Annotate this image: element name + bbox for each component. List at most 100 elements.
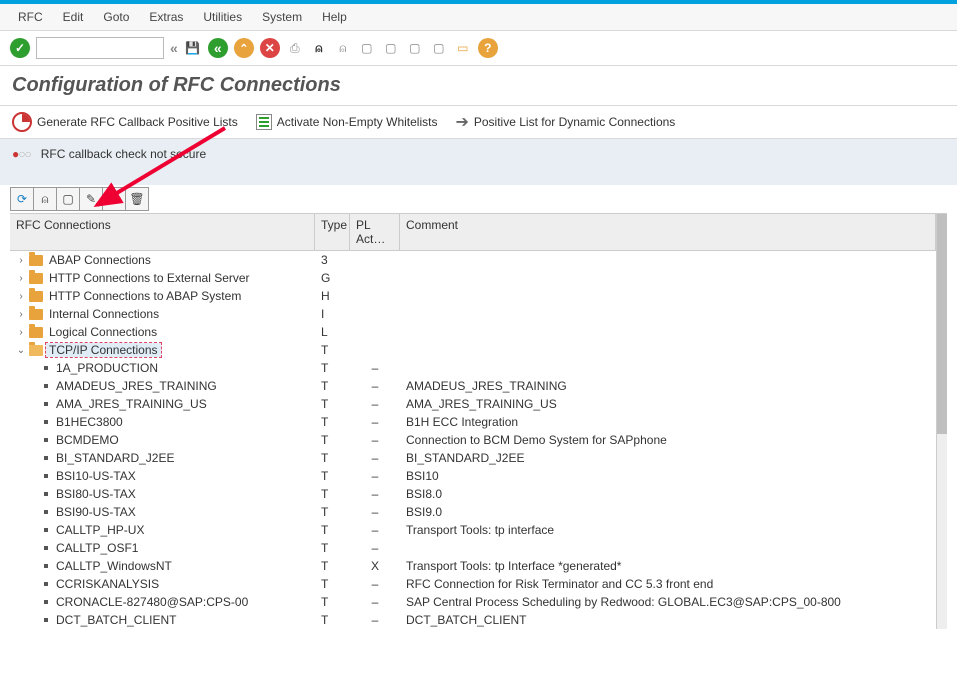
- item-plact: –: [350, 467, 400, 485]
- tree-item-row[interactable]: CCRISKANALYSIST–RFC Connection for Risk …: [10, 575, 936, 593]
- item-plact: –: [350, 431, 400, 449]
- tree-item-row[interactable]: BSI80-US-TAXT–BSI8.0: [10, 485, 936, 503]
- edit-button[interactable]: ✎: [79, 187, 103, 211]
- item-name: CALLTP_OSF1: [56, 541, 138, 555]
- bullet-icon: [44, 438, 48, 442]
- tree-folder-row[interactable]: ›Logical ConnectionsL: [10, 323, 936, 341]
- folder-label: Internal Connections: [46, 307, 162, 321]
- expand-icon[interactable]: ›: [16, 291, 26, 302]
- item-comment: BSI10: [400, 467, 936, 485]
- item-plact: –: [350, 395, 400, 413]
- item-plact: –: [350, 413, 400, 431]
- menu-goto[interactable]: Goto: [95, 8, 137, 26]
- scrollbar-thumb[interactable]: [937, 214, 947, 434]
- item-type: T: [315, 377, 350, 395]
- command-history-icon[interactable]: «: [170, 40, 178, 56]
- find-next-icon[interactable]: ⍝: [334, 39, 352, 57]
- tree-folder-row[interactable]: ›ABAP Connections3: [10, 251, 936, 269]
- col-header-comment[interactable]: Comment: [400, 214, 936, 250]
- item-comment: [400, 546, 936, 550]
- bullet-icon: [44, 384, 48, 388]
- delete-button[interactable]: 🗑: [125, 187, 149, 211]
- find-icon[interactable]: ⍝: [310, 39, 328, 57]
- last-page-icon[interactable]: ▢: [430, 39, 448, 57]
- activate-whitelists-button[interactable]: Activate Non-Empty Whitelists: [256, 114, 438, 130]
- enter-icon[interactable]: ✓: [10, 38, 30, 58]
- item-type: T: [315, 359, 350, 377]
- tree-item-row[interactable]: BCMDEMOT–Connection to BCM Demo System f…: [10, 431, 936, 449]
- item-comment: BSI8.0: [400, 485, 936, 503]
- item-plact: X: [350, 557, 400, 575]
- tree-item-row[interactable]: CALLTP_OSF1T–: [10, 539, 936, 557]
- cancel-icon[interactable]: ✕: [260, 38, 280, 58]
- item-name: CRONACLE-827480@SAP:CPS-00: [56, 595, 248, 609]
- menu-system[interactable]: System: [254, 8, 310, 26]
- menu-edit[interactable]: Edit: [55, 8, 92, 26]
- item-comment: BI_STANDARD_J2EE: [400, 449, 936, 467]
- menu-extras[interactable]: Extras: [141, 8, 191, 26]
- tree-item-row[interactable]: CRONACLE-827480@SAP:CPS-00T–SAP Central …: [10, 593, 936, 611]
- item-plact: –: [350, 611, 400, 629]
- item-plact: –: [350, 521, 400, 539]
- item-plact: –: [350, 377, 400, 395]
- display-button[interactable]: 👓: [102, 187, 126, 211]
- menu-utilities[interactable]: Utilities: [195, 8, 250, 26]
- col-header-name[interactable]: RFC Connections: [10, 214, 315, 250]
- bullet-icon: [44, 546, 48, 550]
- menu-rfc[interactable]: RFC: [10, 8, 51, 26]
- back-icon[interactable]: «: [208, 38, 228, 58]
- tree-item-row[interactable]: B1HEC3800T–B1H ECC Integration: [10, 413, 936, 431]
- item-type: T: [315, 611, 350, 629]
- print-icon[interactable]: ⎙: [286, 39, 304, 57]
- prev-page-icon[interactable]: ▢: [382, 39, 400, 57]
- expand-icon[interactable]: ›: [16, 255, 26, 266]
- item-comment: AMADEUS_JRES_TRAINING: [400, 377, 936, 395]
- command-field[interactable]: [36, 37, 164, 59]
- tree-item-row[interactable]: AMADEUS_JRES_TRAININGT–AMADEUS_JRES_TRAI…: [10, 377, 936, 395]
- tree-folder-row[interactable]: ⌄TCP/IP ConnectionsT: [10, 341, 936, 359]
- message-text: RFC callback check not secure: [41, 147, 206, 161]
- col-header-type[interactable]: Type: [315, 214, 350, 250]
- first-page-icon[interactable]: ▢: [358, 39, 376, 57]
- collapse-icon[interactable]: ⌄: [16, 345, 26, 356]
- tree-item-row[interactable]: BSI10-US-TAXT–BSI10: [10, 467, 936, 485]
- next-page-icon[interactable]: ▢: [406, 39, 424, 57]
- expand-icon[interactable]: ›: [16, 309, 26, 320]
- tree-folder-row[interactable]: ›Internal ConnectionsI: [10, 305, 936, 323]
- tree-folder-row[interactable]: ›HTTP Connections to External ServerG: [10, 269, 936, 287]
- folder-label: Logical Connections: [46, 325, 160, 339]
- item-comment: BSI9.0: [400, 503, 936, 521]
- new-session-icon[interactable]: ▭: [454, 39, 472, 57]
- item-plact: –: [350, 575, 400, 593]
- tree-item-row[interactable]: AMA_JRES_TRAINING_UST–AMA_JRES_TRAINING_…: [10, 395, 936, 413]
- vertical-scrollbar[interactable]: [936, 214, 947, 629]
- find-button[interactable]: ⍝: [33, 187, 57, 211]
- tree-item-row[interactable]: DCT_BATCH_CLIENTT–DCT_BATCH_CLIENT: [10, 611, 936, 629]
- tree-item-row[interactable]: BSI90-US-TAXT–BSI9.0: [10, 503, 936, 521]
- dynamic-connections-button[interactable]: ➔ Positive List for Dynamic Connections: [455, 112, 675, 132]
- expand-icon[interactable]: ›: [16, 273, 26, 284]
- activate-whitelists-label: Activate Non-Empty Whitelists: [277, 115, 438, 129]
- item-comment: RFC Connection for Risk Terminator and C…: [400, 575, 936, 593]
- help-icon[interactable]: ?: [478, 38, 498, 58]
- bullet-icon: [44, 510, 48, 514]
- tree-folder-row[interactable]: ›HTTP Connections to ABAP SystemH: [10, 287, 936, 305]
- tree-item-row[interactable]: CALLTP_WindowsNTTXTransport Tools: tp In…: [10, 557, 936, 575]
- item-comment: Transport Tools: tp interface: [400, 521, 936, 539]
- save-icon[interactable]: 💾: [184, 39, 202, 57]
- generate-positive-lists-button[interactable]: Generate RFC Callback Positive Lists: [12, 112, 238, 132]
- item-type: T: [315, 431, 350, 449]
- refresh-button[interactable]: ⟳: [10, 187, 34, 211]
- col-header-plact[interactable]: PL Act…: [350, 214, 400, 250]
- expand-icon[interactable]: ›: [16, 327, 26, 338]
- folder-icon: [29, 255, 43, 266]
- create-button[interactable]: ▢: [56, 187, 80, 211]
- exit-icon[interactable]: ⌃: [234, 38, 254, 58]
- tree-toolbar: ⟳ ⍝ ▢ ✎ 👓 🗑: [0, 187, 957, 211]
- tree-item-row[interactable]: BI_STANDARD_J2EET–BI_STANDARD_J2EE: [10, 449, 936, 467]
- item-type: T: [315, 395, 350, 413]
- item-name: AMA_JRES_TRAINING_US: [56, 397, 207, 411]
- tree-item-row[interactable]: 1A_PRODUCTIONT–: [10, 359, 936, 377]
- tree-item-row[interactable]: CALLTP_HP-UXT–Transport Tools: tp interf…: [10, 521, 936, 539]
- menu-help[interactable]: Help: [314, 8, 355, 26]
